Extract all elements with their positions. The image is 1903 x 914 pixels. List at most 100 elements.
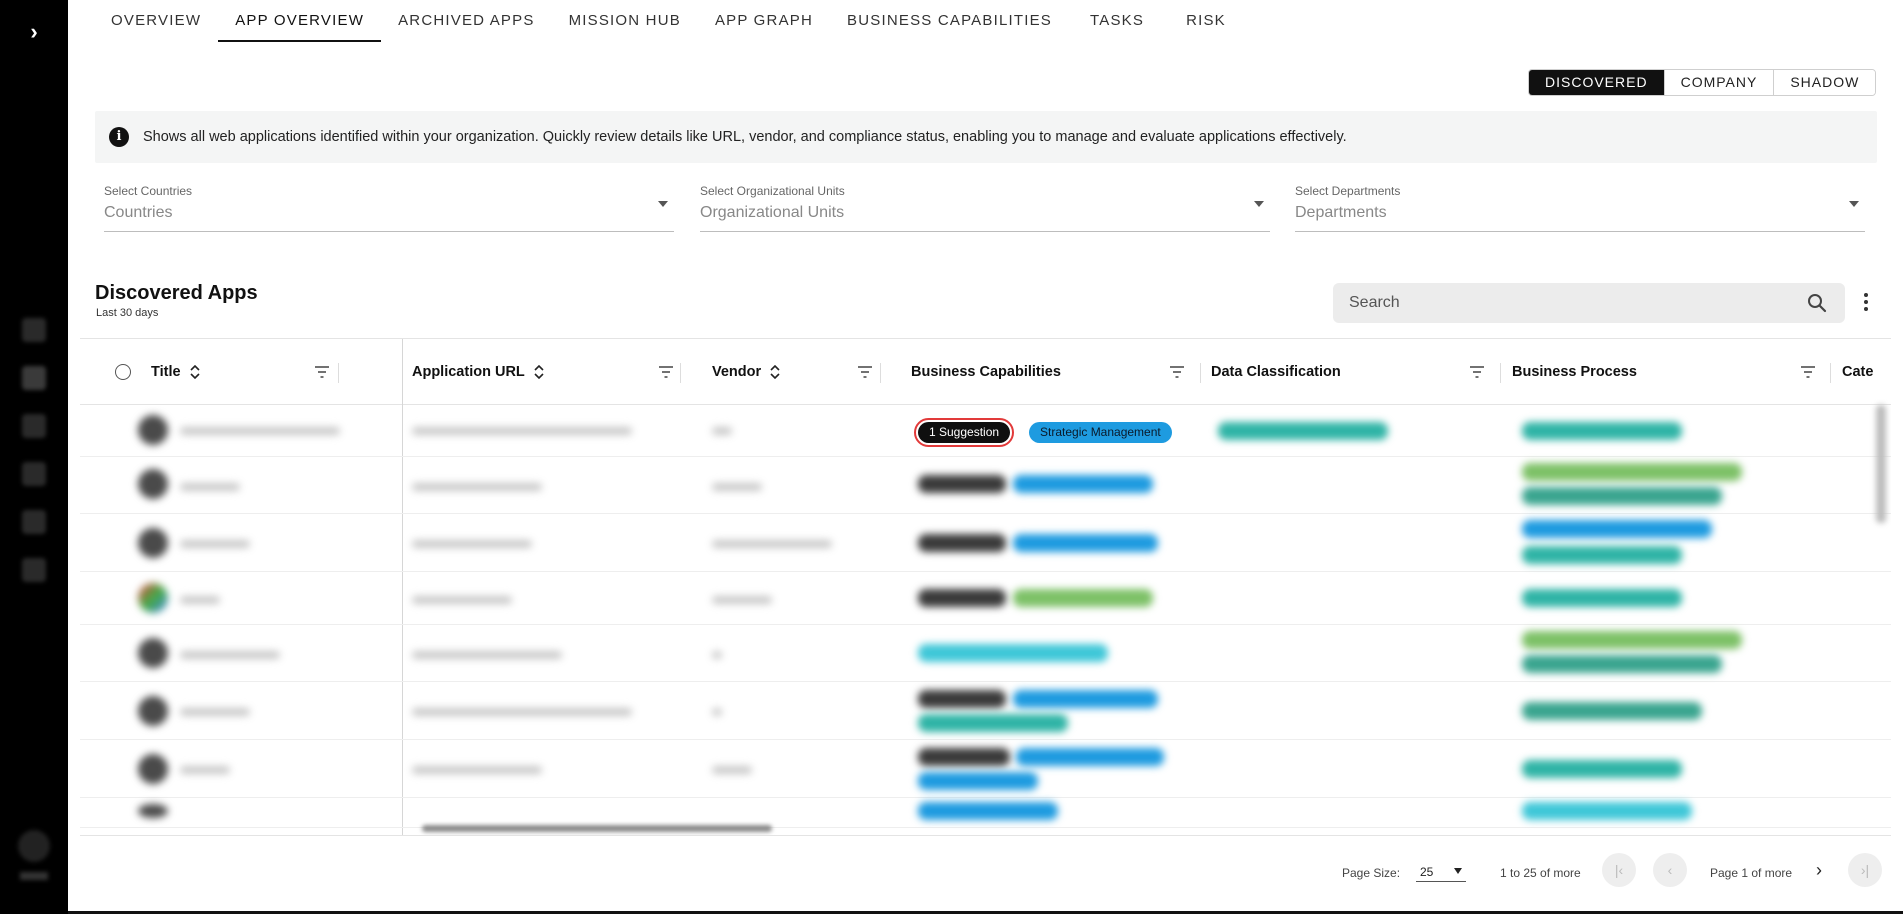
suggestion-badge[interactable]: 1 Suggestion — [913, 418, 1015, 447]
expand-sidebar-icon[interactable]: › — [20, 18, 48, 46]
tab-archived-apps[interactable]: ARCHIVED APPS — [381, 0, 551, 42]
row-range: 1 to 25 of more — [1500, 866, 1581, 880]
prev-page-button[interactable]: ‹ — [1653, 853, 1687, 887]
col-business-capabilities[interactable]: Business Capabilities — [911, 339, 1061, 405]
table-row[interactable] — [80, 740, 1891, 798]
tab-app-overview[interactable]: APP OVERVIEW — [218, 0, 382, 42]
col-title[interactable]: Title — [151, 339, 200, 405]
select-all-checkbox[interactable] — [115, 339, 131, 405]
table-row[interactable] — [80, 798, 1891, 828]
nav-icon-4[interactable] — [22, 462, 46, 486]
table-row[interactable] — [80, 457, 1891, 514]
blurred-process — [1522, 802, 1692, 820]
app-avatar — [138, 754, 168, 784]
blurred-process — [1522, 655, 1722, 673]
blurred-title — [180, 427, 340, 435]
nav-icon-search[interactable] — [22, 366, 46, 390]
horizontal-scrollbar[interactable] — [422, 825, 772, 832]
blurred-tag — [918, 475, 1006, 493]
blurred-tag — [918, 714, 1068, 732]
sort-icon[interactable] — [534, 365, 544, 379]
column-divider — [680, 363, 681, 383]
toggle-discovered[interactable]: DISCOVERED — [1529, 70, 1664, 95]
tab-tasks[interactable]: TASKS — [1069, 0, 1165, 42]
filter-icon[interactable] — [1470, 366, 1484, 378]
column-divider — [338, 363, 339, 383]
col-vendor[interactable]: Vendor — [712, 339, 780, 405]
capability-tag[interactable]: Strategic Management — [1029, 422, 1172, 443]
countries-label: Select Countries — [104, 184, 193, 198]
blurred-tag — [918, 644, 1108, 662]
blurred-process — [1522, 589, 1682, 607]
blurred-title — [180, 708, 250, 716]
app-avatar — [138, 415, 168, 445]
blurred-url — [412, 596, 512, 604]
search-icon[interactable] — [1807, 293, 1827, 313]
filter-icon[interactable] — [858, 366, 872, 378]
toggle-shadow[interactable]: SHADOW — [1773, 70, 1876, 95]
blurred-process — [1522, 422, 1682, 440]
nav-icon-1[interactable] — [22, 318, 46, 342]
blurred-tag — [1013, 534, 1158, 552]
table-row[interactable] — [80, 625, 1891, 682]
blurred-url — [412, 651, 562, 659]
blurred-url — [412, 483, 542, 491]
info-banner: i Shows all web applications identified … — [95, 111, 1877, 163]
info-text: Shows all web applications identified wi… — [143, 129, 1347, 145]
first-page-button[interactable]: |‹ — [1602, 853, 1636, 887]
vertical-scrollbar[interactable] — [1876, 405, 1886, 523]
filter-icon[interactable] — [1801, 366, 1815, 378]
chevron-down-icon — [1254, 201, 1264, 207]
sort-icon[interactable] — [189, 365, 200, 379]
col-business-process[interactable]: Business Process — [1512, 339, 1637, 405]
table-row[interactable]: 1 Suggestion Strategic Management — [80, 405, 1891, 457]
org-units-select[interactable]: Select Organizational Units Organization… — [700, 184, 1270, 232]
filter-icon[interactable] — [659, 366, 673, 378]
toggle-company[interactable]: COMPANY — [1663, 70, 1774, 95]
sort-icon[interactable] — [770, 365, 780, 379]
col-category-label: Cate — [1842, 364, 1874, 380]
tab-app-graph[interactable]: APP GRAPH — [698, 0, 830, 42]
table-row[interactable] — [80, 514, 1891, 572]
blurred-classification — [1218, 422, 1388, 440]
blurred-url — [412, 766, 542, 774]
blurred-title — [180, 651, 280, 659]
col-application-url[interactable]: Application URL — [412, 339, 544, 405]
filter-icon[interactable] — [1170, 366, 1184, 378]
countries-select[interactable]: Select Countries Countries — [104, 184, 674, 232]
departments-select[interactable]: Select Departments Departments — [1295, 184, 1865, 232]
more-options-icon[interactable] — [1862, 293, 1870, 313]
page-size-select[interactable]: 25 — [1416, 858, 1466, 882]
blurred-url — [412, 540, 532, 548]
tab-risk[interactable]: RISK — [1165, 0, 1243, 42]
blurred-title — [180, 766, 230, 774]
nav-icon-6[interactable] — [22, 558, 46, 582]
app-root: › OVERVIEW APP OVERVIEW ARCHIVED APPS MI… — [0, 0, 1903, 914]
tab-mission-hub[interactable]: MISSION HUB — [552, 0, 698, 42]
nav-icon-5[interactable] — [22, 510, 46, 534]
table-row[interactable] — [80, 572, 1891, 625]
tab-overview[interactable]: OVERVIEW — [68, 0, 218, 42]
chevron-down-icon — [658, 201, 668, 207]
nav-icon-3[interactable] — [22, 414, 46, 438]
col-process-label: Business Process — [1512, 364, 1637, 380]
user-avatar[interactable] — [18, 830, 50, 862]
app-avatar — [138, 469, 168, 499]
apps-table: Title Application URL Vendor Business Ca… — [80, 338, 1891, 835]
filter-icon[interactable] — [315, 366, 329, 378]
blurred-title — [180, 540, 250, 548]
page-indicator: Page 1 of more — [1710, 866, 1793, 880]
table-row[interactable] — [80, 682, 1891, 740]
tab-business-capabilities[interactable]: BUSINESS CAPABILITIES — [830, 0, 1069, 42]
blurred-vendor — [712, 427, 732, 435]
col-data-classification[interactable]: Data Classification — [1211, 339, 1341, 405]
search-placeholder: Search — [1349, 294, 1400, 311]
app-avatar — [138, 804, 168, 818]
next-page-button[interactable]: › — [1802, 853, 1836, 887]
col-category[interactable]: Cate — [1842, 339, 1873, 405]
blurred-vendor — [712, 540, 832, 548]
search-input[interactable]: Search — [1333, 283, 1845, 323]
last-page-button[interactable]: ›| — [1848, 853, 1882, 887]
org-units-label: Select Organizational Units — [700, 184, 845, 198]
blurred-vendor — [712, 483, 762, 491]
